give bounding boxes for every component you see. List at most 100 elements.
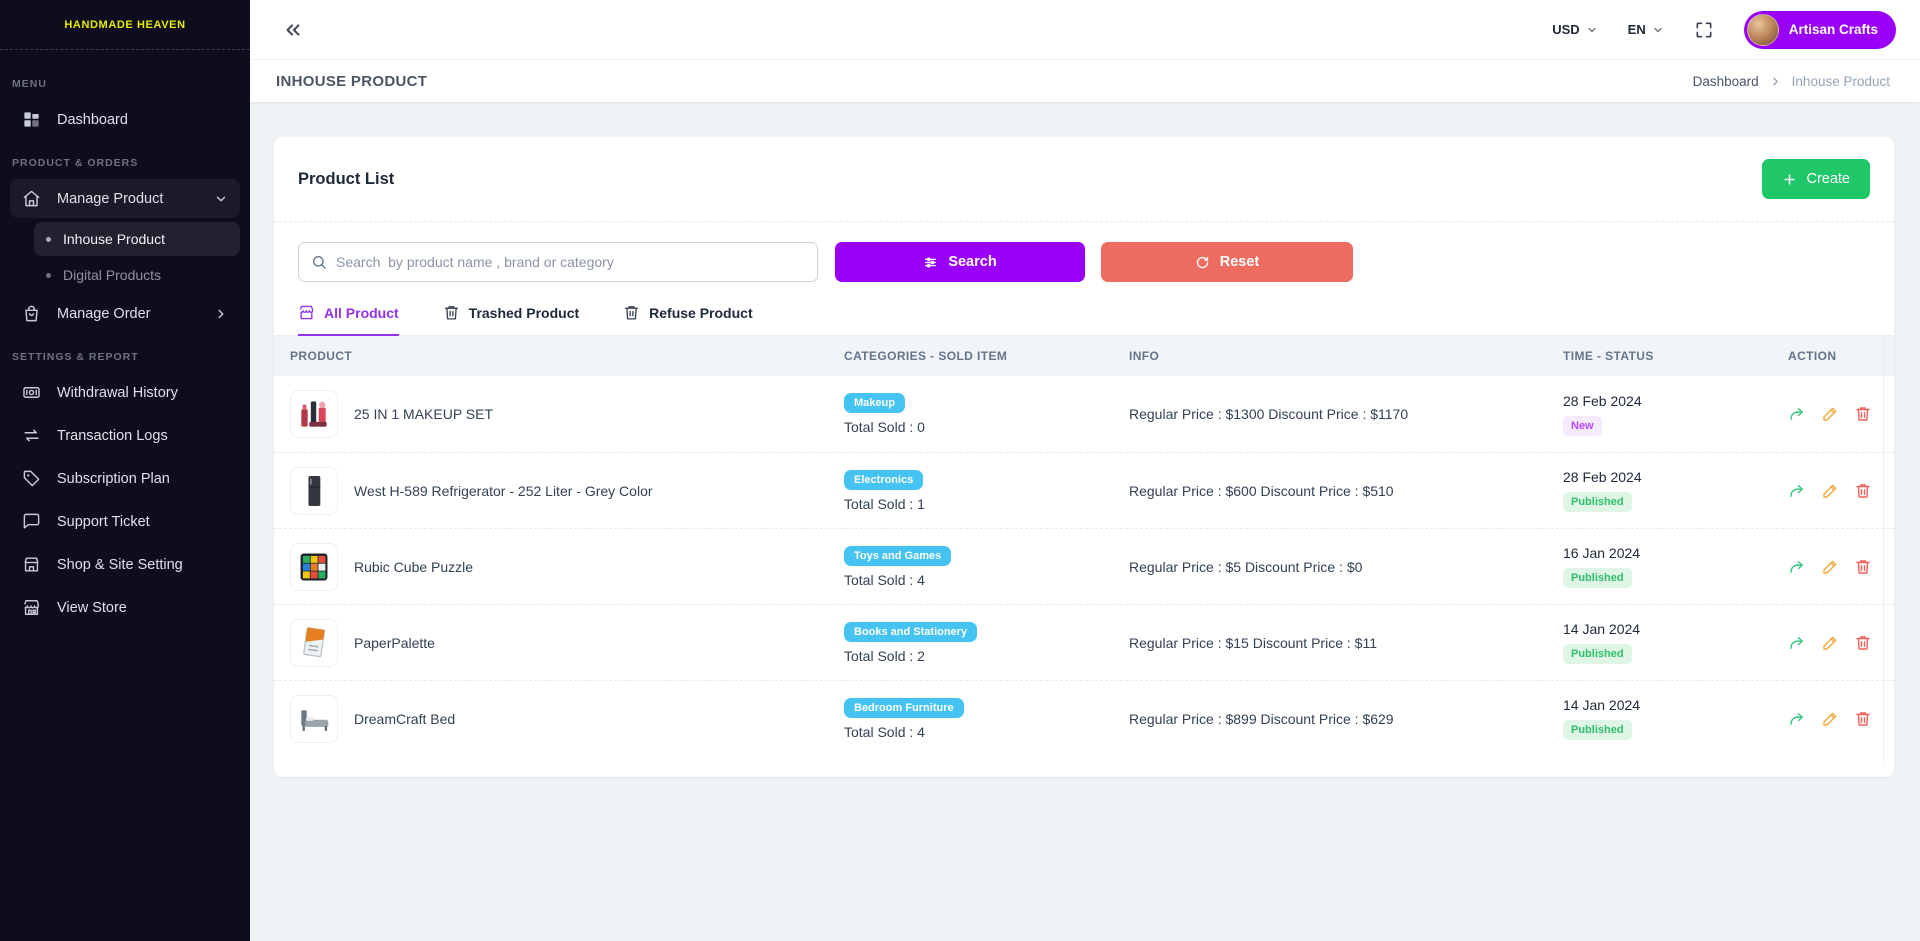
logo-wrap[interactable]: HANDMADE HEAVEN [0, 0, 250, 50]
bullet-dot-icon [46, 237, 51, 242]
share-icon[interactable] [1788, 634, 1806, 652]
trash-icon [443, 304, 460, 321]
sidebar-item-digital-products[interactable]: Digital Products [34, 258, 240, 292]
share-icon[interactable] [1788, 558, 1806, 576]
table-row: PaperPalette Books and Stationery Total … [274, 604, 1894, 680]
language-value: EN [1628, 22, 1646, 37]
price-info: Regular Price : $15 Discount Price : $11 [1129, 635, 1563, 651]
breadcrumb-dashboard[interactable]: Dashboard [1693, 74, 1759, 89]
sidebar-item-inhouse-product[interactable]: Inhouse Product [34, 222, 240, 256]
tabs: All Product Trashed Product Refuse Produ… [274, 304, 1894, 336]
sidebar-item-manage-product[interactable]: Manage Product [10, 179, 240, 218]
share-icon[interactable] [1788, 710, 1806, 728]
share-icon[interactable] [1788, 405, 1806, 423]
edit-pencil-icon[interactable] [1821, 710, 1839, 728]
delete-trash-icon[interactable] [1854, 482, 1872, 500]
product-table: PRODUCT CATEGORIES - SOLD ITEM INFO TIME… [274, 336, 1894, 756]
chevron-right-icon [1769, 75, 1782, 88]
chat-bubble-icon [22, 512, 41, 531]
storefront-icon [22, 598, 41, 617]
search-box [298, 242, 818, 282]
table-row: DreamCraft Bed Bedroom Furniture Total S… [274, 680, 1894, 756]
trash-icon [623, 304, 640, 321]
product-date: 28 Feb 2024 [1563, 469, 1788, 485]
chevron-down-icon [1586, 24, 1598, 36]
delete-trash-icon[interactable] [1854, 634, 1872, 652]
home-icon [22, 189, 41, 208]
sidebar-item-label: Digital Products [63, 267, 161, 283]
sidebar-section-menu: MENU [10, 64, 240, 100]
category-badge: Toys and Games [844, 546, 951, 566]
column-header: ACTION [1788, 349, 1894, 363]
sidebar-item-withdrawal-history[interactable]: Withdrawal History [10, 373, 240, 412]
status-badge: New [1563, 416, 1602, 436]
tag-icon [22, 469, 41, 488]
sidebar-item-view-store[interactable]: View Store [10, 588, 240, 627]
edit-pencil-icon[interactable] [1821, 558, 1839, 576]
tab-all-product[interactable]: All Product [298, 304, 399, 336]
sidebar-item-manage-order[interactable]: Manage Order [10, 294, 240, 333]
reset-button[interactable]: Reset [1101, 242, 1353, 282]
sidebar-item-label: Subscription Plan [57, 471, 170, 487]
search-input[interactable] [336, 254, 805, 270]
delete-trash-icon[interactable] [1854, 405, 1872, 423]
sidebar-item-dashboard[interactable]: Dashboard [10, 100, 240, 139]
sidebar-item-label: View Store [57, 600, 127, 616]
sidebar-section-settings: SETTINGS & REPORT [10, 337, 240, 373]
status-badge: Published [1563, 644, 1632, 664]
shop-icon [22, 555, 41, 574]
language-dropdown[interactable]: EN [1628, 22, 1664, 37]
sidebar-item-shop-site-setting[interactable]: Shop & Site Setting [10, 545, 240, 584]
category-badge: Bedroom Furniture [844, 698, 964, 718]
category-badge: Electronics [844, 470, 923, 490]
sidebar-item-label: Manage Product [57, 191, 163, 207]
product-name: 25 IN 1 MAKEUP SET [354, 406, 493, 422]
page-header: INHOUSE PRODUCT Dashboard Inhouse Produc… [250, 60, 1920, 102]
card-title: Product List [298, 170, 394, 189]
profile-button[interactable]: Artisan Crafts [1744, 11, 1896, 49]
price-info: Regular Price : $5 Discount Price : $0 [1129, 559, 1563, 575]
product-date: 28 Feb 2024 [1563, 393, 1788, 409]
fullscreen-icon[interactable] [1694, 20, 1714, 40]
table-row: Rubic Cube Puzzle Toys and Games Total S… [274, 528, 1894, 604]
product-name: West H-589 Refrigerator - 252 Liter - Gr… [354, 483, 653, 499]
column-header: INFO [1129, 349, 1563, 363]
delete-trash-icon[interactable] [1854, 710, 1872, 728]
search-button[interactable]: Search [835, 242, 1085, 282]
main-area: USD EN Artisan Crafts INHOUSE PRODUCT Da… [250, 0, 1920, 941]
category-badge: Makeup [844, 393, 905, 413]
sidebar: HANDMADE HEAVEN MENU Dashboard PRODUCT &… [0, 0, 250, 941]
currency-dropdown[interactable]: USD [1552, 22, 1597, 37]
product-name: Rubic Cube Puzzle [354, 559, 473, 575]
tab-refuse-product[interactable]: Refuse Product [623, 304, 752, 336]
product-list-card: Product List Create Search [274, 137, 1894, 777]
chevron-down-icon [214, 192, 228, 206]
status-badge: Published [1563, 492, 1632, 512]
column-header: CATEGORIES - SOLD ITEM [844, 349, 1129, 363]
share-icon[interactable] [1788, 482, 1806, 500]
table-header-row: PRODUCT CATEGORIES - SOLD ITEM INFO TIME… [274, 336, 1894, 376]
sidebar-item-label: Support Ticket [57, 514, 150, 530]
app: HANDMADE HEAVEN MENU Dashboard PRODUCT &… [0, 0, 1920, 941]
sidebar-item-label: Withdrawal History [57, 385, 178, 401]
edit-pencil-icon[interactable] [1821, 405, 1839, 423]
tab-trashed-product[interactable]: Trashed Product [443, 304, 579, 336]
sidebar-item-transaction-logs[interactable]: Transaction Logs [10, 416, 240, 455]
total-sold: Total Sold : 2 [844, 648, 1129, 664]
topbar: USD EN Artisan Crafts [250, 0, 1920, 60]
edit-pencil-icon[interactable] [1821, 482, 1839, 500]
delete-trash-icon[interactable] [1854, 558, 1872, 576]
product-image [290, 619, 338, 667]
sidebar-section-products: PRODUCT & ORDERS [10, 143, 240, 179]
edit-pencil-icon[interactable] [1821, 634, 1839, 652]
create-button[interactable]: Create [1762, 159, 1870, 199]
sidebar-item-support-ticket[interactable]: Support Ticket [10, 502, 240, 541]
price-info: Regular Price : $600 Discount Price : $5… [1129, 483, 1563, 499]
plus-icon [1782, 172, 1797, 187]
sidebar-item-subscription-plan[interactable]: Subscription Plan [10, 459, 240, 498]
sidebar-collapse-icon[interactable] [282, 19, 304, 41]
filter-sliders-icon [923, 255, 938, 270]
column-header: PRODUCT [290, 349, 844, 363]
column-header: TIME - STATUS [1563, 349, 1788, 363]
storefront-icon [298, 304, 315, 321]
